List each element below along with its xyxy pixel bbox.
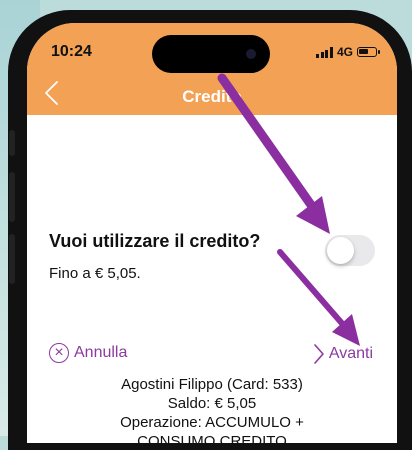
mute-switch (9, 130, 15, 156)
volume-up-button (9, 172, 15, 222)
phone-screen: 10:24 4G Credito Vuoi utilizzare il cred… (27, 23, 397, 443)
credit-limit: Fino a € 5,05. (49, 265, 141, 282)
status-time: 10:24 (51, 43, 92, 60)
close-circle-icon: × (49, 343, 69, 363)
network-label: 4G (336, 45, 353, 59)
toggle-knob (327, 237, 354, 264)
use-credit-toggle[interactable] (325, 235, 375, 266)
camera-dot (246, 49, 256, 59)
status-indicators: 4G (316, 45, 380, 59)
dynamic-island (152, 35, 270, 73)
operation-detail-line: CONSUMO CREDITO (137, 433, 287, 443)
cancel-button[interactable]: × Annulla (49, 343, 127, 363)
transaction-info: Agostini Filippo (Card: 533) Saldo: € 5,… (27, 375, 397, 443)
next-label: Avanti (328, 345, 373, 362)
signal-icon (316, 46, 333, 58)
volume-down-button (9, 234, 15, 284)
cancel-label: Annulla (74, 344, 128, 361)
next-button[interactable]: Avanti (313, 343, 373, 365)
balance-line: Saldo: € 5,05 (167, 395, 257, 412)
battery-icon (357, 47, 380, 57)
app-header: 10:24 4G Credito (27, 23, 397, 115)
chevron-right-icon (314, 344, 324, 364)
credit-question: Vuoi utilizzare il credito? (49, 231, 261, 251)
operation-line: Operazione: ACCUMULO + (120, 414, 304, 431)
page-title: Credito (182, 87, 242, 106)
customer-line: Agostini Filippo (Card: 533) (121, 376, 303, 393)
